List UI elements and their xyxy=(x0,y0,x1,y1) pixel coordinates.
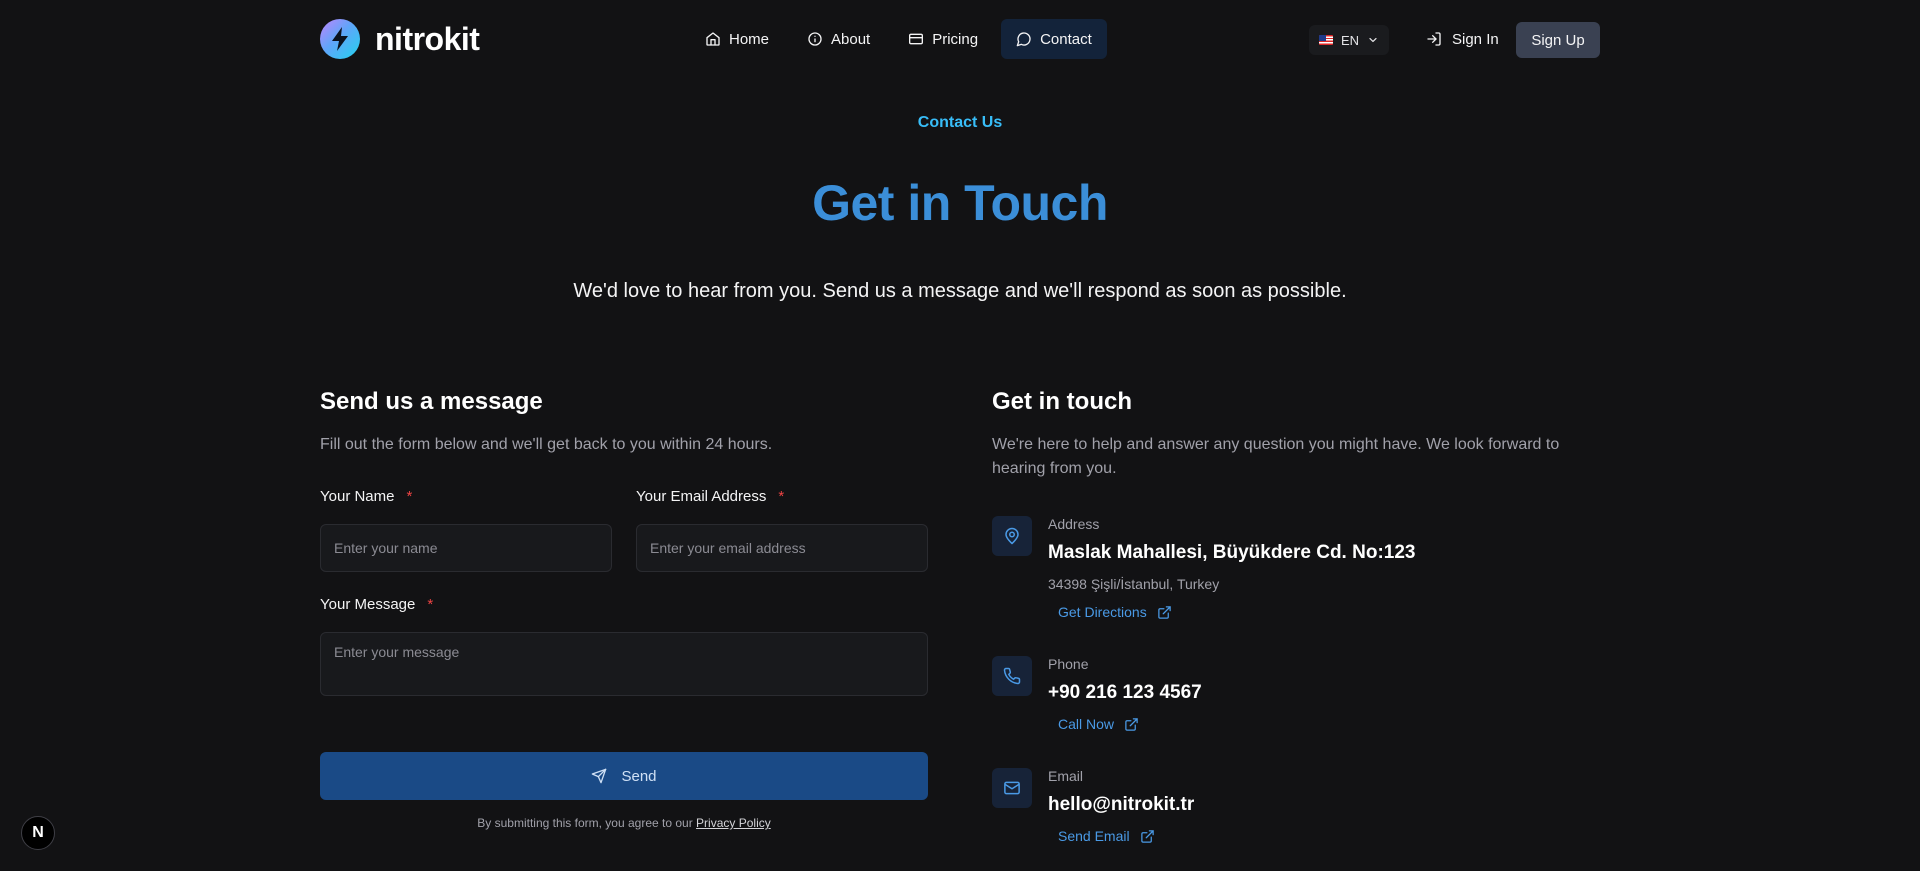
nav-about-label: About xyxy=(831,30,871,48)
call-now-label: Call Now xyxy=(1058,716,1115,732)
email-label-text: Your Email Address xyxy=(636,488,767,505)
chevron-down-icon xyxy=(1369,37,1377,43)
dev-tools-badge[interactable]: N xyxy=(21,816,55,850)
page-subtitle: We'd love to hear from you. Send us a me… xyxy=(573,280,1347,302)
email-input[interactable]: Enter your email address xyxy=(636,524,928,572)
nav-home[interactable]: Home xyxy=(690,19,784,59)
sign-in-label: Sign In xyxy=(1452,30,1499,48)
get-directions-link[interactable]: Get Directions xyxy=(1048,604,1588,620)
sign-in-button[interactable]: Sign In xyxy=(1426,20,1499,58)
contact-form: Send us a message Fill out the form belo… xyxy=(320,388,928,830)
contact-info: Get in touch We're here to help and answ… xyxy=(992,388,1600,844)
nav-contact-label: Contact xyxy=(1040,30,1092,48)
lightning-logo-icon xyxy=(320,19,360,59)
credit-card-icon xyxy=(909,33,924,45)
phone-label: Phone xyxy=(1048,656,1089,672)
brand-name: nitrokit xyxy=(375,20,480,57)
main-nav: Home About Pricing Contact xyxy=(690,19,1107,59)
phone-icon xyxy=(992,656,1032,696)
nav-contact[interactable]: Contact xyxy=(1001,19,1107,59)
name-input[interactable]: Enter your name xyxy=(320,524,612,572)
required-mark: * xyxy=(427,596,434,613)
info-description: We're here to help and answer any questi… xyxy=(992,436,1560,477)
message-label: Your Message * xyxy=(320,596,433,613)
message-label-text: Your Message xyxy=(320,596,416,613)
terms-prefix: By submitting this form, you agree to ou… xyxy=(477,816,693,830)
email-placeholder: Enter your email address xyxy=(650,540,806,556)
nav-about[interactable]: About xyxy=(792,19,885,59)
address-label: Address xyxy=(1048,516,1100,532)
language-code: EN xyxy=(1340,32,1360,48)
form-title: Send us a message xyxy=(320,388,543,415)
email-text: Email hello@nitrokit.tr Send Email xyxy=(1048,768,1588,844)
required-mark: * xyxy=(778,488,785,505)
terms-note: By submitting this form, you agree to ou… xyxy=(320,816,928,830)
language-selector[interactable]: EN xyxy=(1309,25,1389,55)
name-label-text: Your Name xyxy=(320,488,395,505)
address-text: Address Maslak Mahallesi, Büyükdere Cd. … xyxy=(1048,516,1588,620)
email-info-label: Email xyxy=(1048,768,1084,784)
log-in-icon xyxy=(1427,32,1441,46)
us-flag-icon xyxy=(1319,35,1333,45)
send-icon xyxy=(592,768,607,784)
send-email-link[interactable]: Send Email xyxy=(1048,828,1588,844)
name-label: Your Name * xyxy=(320,488,412,505)
message-placeholder: Enter your message xyxy=(334,644,460,660)
info-icon xyxy=(808,32,822,46)
get-directions-label: Get Directions xyxy=(1058,604,1147,620)
phone-text: Phone +90 216 123 4567 Call Now xyxy=(1048,656,1588,732)
send-button[interactable]: Send xyxy=(320,752,928,800)
message-textarea[interactable]: Enter your message xyxy=(320,632,928,696)
email-value: hello@nitrokit.tr xyxy=(1048,794,1195,815)
form-description: Fill out the form below and we'll get ba… xyxy=(320,436,773,453)
external-link-icon xyxy=(1140,829,1154,843)
info-title: Get in touch xyxy=(992,388,1132,415)
site-header: nitrokit Home About Pricing Contact EN S… xyxy=(0,0,1920,80)
nav-pricing[interactable]: Pricing xyxy=(893,19,993,59)
address-value: Maslak Mahallesi, Büyükdere Cd. No:123 xyxy=(1048,542,1416,563)
sign-up-button[interactable]: Sign Up xyxy=(1516,22,1600,58)
send-email-label: Send Email xyxy=(1058,828,1130,844)
section-eyebrow: Contact Us xyxy=(917,114,1003,131)
email-label: Your Email Address * xyxy=(636,488,784,505)
name-placeholder: Enter your name xyxy=(334,540,438,556)
address-sub: 34398 Şişli/İstanbul, Turkey xyxy=(1048,576,1220,592)
privacy-policy-link[interactable]: Privacy Policy xyxy=(696,816,771,830)
phone-value: +90 216 123 4567 xyxy=(1048,682,1202,703)
external-link-icon xyxy=(1125,717,1138,731)
send-label: Send xyxy=(621,767,657,785)
nav-pricing-label: Pricing xyxy=(932,30,979,48)
map-pin-icon xyxy=(992,516,1032,556)
required-mark: * xyxy=(406,488,413,505)
page-title: Get in Touch xyxy=(812,175,1108,231)
mail-icon xyxy=(992,768,1032,808)
brand-logo[interactable]: nitrokit xyxy=(320,19,480,59)
external-link-icon xyxy=(1157,605,1171,619)
call-now-link[interactable]: Call Now xyxy=(1048,716,1588,732)
nav-home-label: Home xyxy=(729,30,770,48)
home-icon xyxy=(706,32,720,46)
message-circle-icon xyxy=(1016,32,1031,47)
